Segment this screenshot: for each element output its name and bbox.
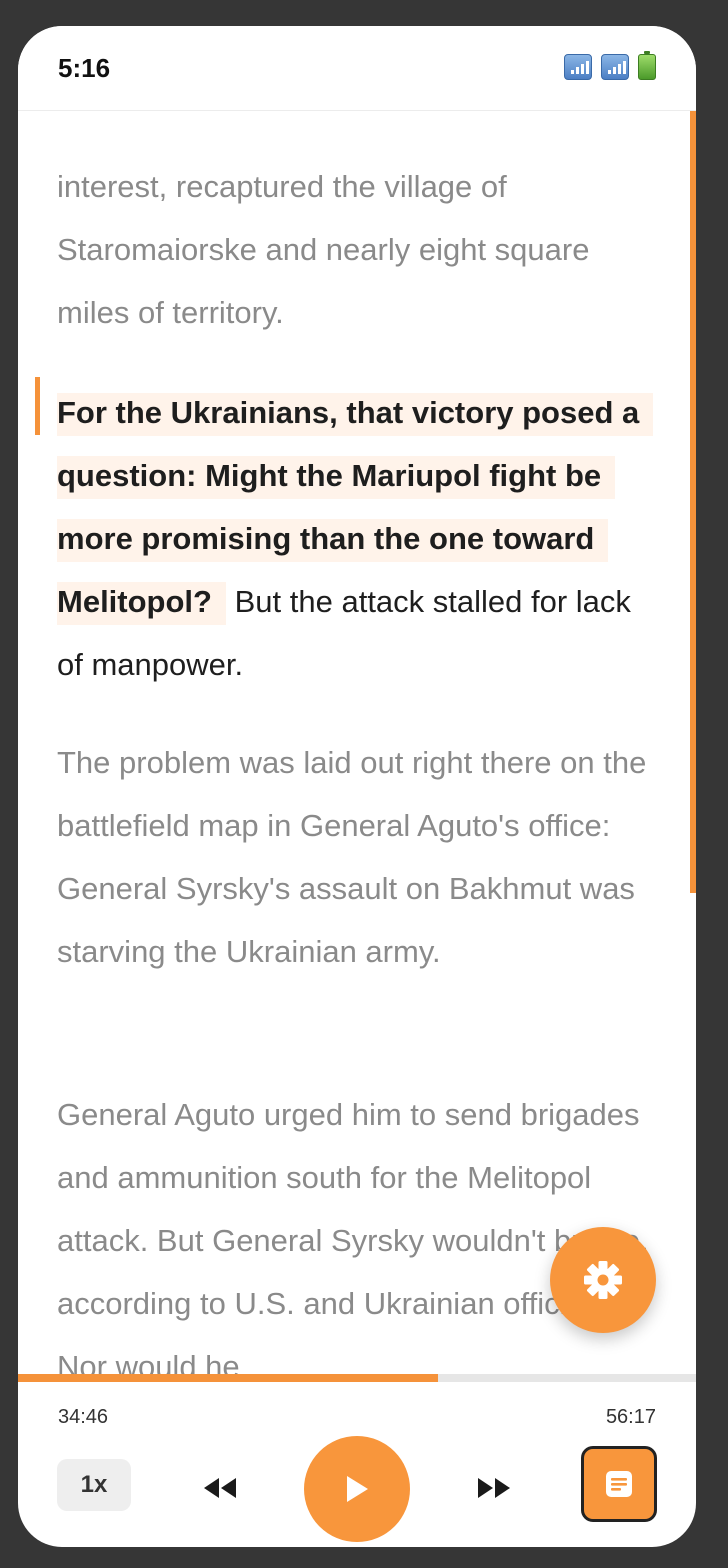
text-view-button[interactable] [581, 1446, 657, 1522]
article-paragraph[interactable]: The problem was laid out right there on … [57, 731, 657, 983]
status-icons [564, 51, 656, 80]
settings-button[interactable] [550, 1227, 656, 1333]
cellular-signal-icon [564, 54, 592, 80]
article-paragraph[interactable]: interest, recaptured the village of Star… [57, 155, 657, 344]
elapsed-time: 34:46 [58, 1406, 109, 1428]
play-icon [347, 1476, 368, 1502]
active-paragraph[interactable]: For the Ukrainians, that victory posed a… [57, 381, 657, 696]
total-time: 56:17 [605, 1406, 656, 1428]
app-screen: 5:16 interest, recaptured the village of… [18, 26, 696, 1547]
fast-forward-icon [478, 1478, 510, 1498]
device-frame: 5:16 interest, recaptured the village of… [0, 0, 728, 1568]
playback-progress-fill [18, 1374, 439, 1382]
scrollbar-thumb[interactable] [690, 111, 696, 893]
status-time: 5:16 [58, 53, 111, 83]
fast-forward-button[interactable] [468, 1466, 520, 1510]
scrollbar-track[interactable] [690, 111, 696, 1379]
play-button[interactable] [304, 1436, 410, 1542]
playback-speed-label: 1x [80, 1471, 108, 1498]
status-bar: 5:16 [18, 26, 696, 111]
playback-progress-bar[interactable] [18, 1374, 696, 1382]
playback-speed-button[interactable]: 1x [57, 1459, 131, 1511]
battery-icon [638, 51, 656, 80]
gear-icon [584, 1261, 622, 1299]
rewind-icon [204, 1478, 236, 1498]
article-paragraph[interactable]: General Aguto urged him to send brigades… [57, 1083, 657, 1379]
rewind-button[interactable] [194, 1466, 246, 1510]
active-paragraph-marker [35, 377, 40, 435]
cellular-signal-icon [601, 54, 629, 80]
article-reader[interactable]: interest, recaptured the village of Star… [18, 111, 696, 1379]
text-document-icon [606, 1471, 632, 1497]
